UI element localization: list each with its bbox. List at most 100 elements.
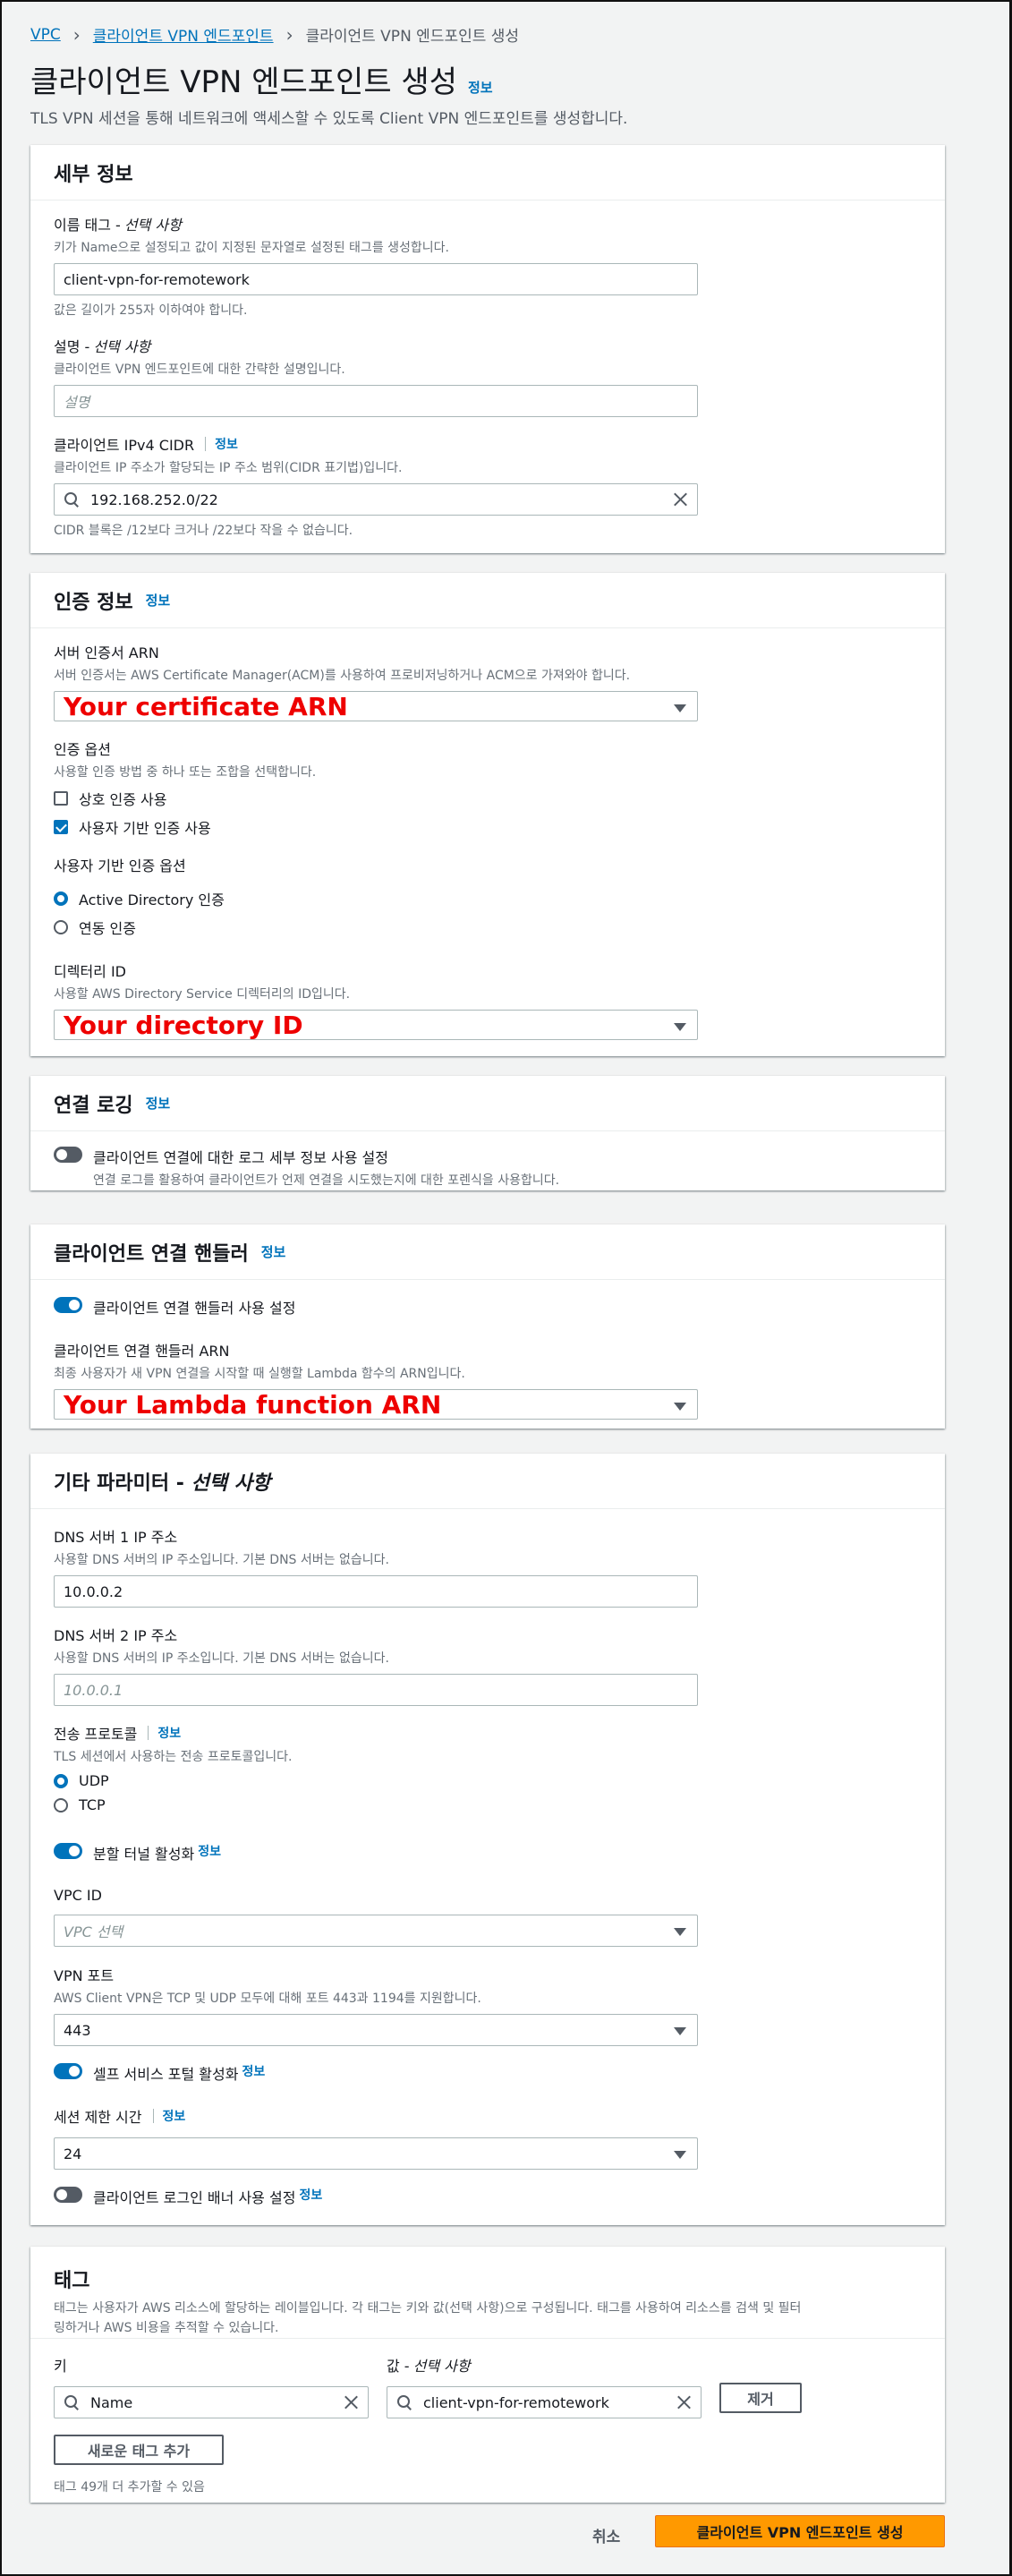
split-tunnel-row[interactable]: 분할 터널 활성화 정보 — [54, 1842, 698, 1864]
logging-header: 연결 로깅 정보 — [30, 1076, 945, 1131]
tags-panel: 태그 태그는 사용자가 AWS 리소스에 할당하는 레이블입니다. 각 태그는 … — [30, 2247, 945, 2503]
logging-toggle-row[interactable]: 클라이언트 연결에 대한 로그 세부 정보 사용 설정 연결 로그를 활용하여 … — [54, 1146, 859, 1189]
create-endpoint-button[interactable]: 클라이언트 VPN 엔드포인트 생성 — [655, 2515, 945, 2547]
vpc-id-label: VPC ID — [54, 1887, 102, 1904]
directory-desc: 사용할 AWS Directory Service 디렉터리의 ID입니다. — [54, 987, 351, 1002]
handler-info-link[interactable]: 정보 — [261, 1242, 286, 1261]
dns2-label: DNS 서버 2 IP 주소 — [54, 1627, 178, 1644]
mutual-auth-checkbox[interactable]: 상호 인증 사용 — [54, 788, 698, 809]
dns1-field: DNS 서버 1 IP 주소 사용할 DNS 서버의 IP 주소입니다. 기본 … — [54, 1525, 698, 1608]
logging-toggle-field: 클라이언트 연결에 대한 로그 세부 정보 사용 설정 연결 로그를 활용하여 … — [54, 1146, 859, 1189]
session-timeout-value: 24 — [64, 2145, 82, 2162]
handler-arn-select[interactable]: Your Lambda function ARN — [54, 1389, 698, 1420]
dns2-placeholder: 10.0.0.1 — [64, 1681, 123, 1699]
directory-select[interactable]: Your directory ID — [54, 1010, 698, 1040]
vpn-port-field: VPN 포트 AWS Client VPN은 TCP 및 UDP 모두에 대해 … — [54, 1964, 698, 2046]
cidr-label: 클라이언트 IPv4 CIDR 정보 — [54, 433, 698, 455]
dns2-input[interactable]: 10.0.0.1 — [54, 1674, 698, 1706]
tag-key-field: 키 Name — [54, 2354, 369, 2418]
user-auth-options-label: 사용자 기반 인증 옵션 — [54, 857, 186, 874]
handler-toggle[interactable] — [54, 1297, 82, 1313]
clear-icon[interactable] — [343, 2394, 359, 2410]
tag-key-value: Name — [90, 2393, 133, 2411]
dns2-desc: 사용할 DNS 서버의 IP 주소입니다. 기본 DNS 서버는 없습니다. — [54, 1651, 389, 1666]
dns1-input[interactable]: 10.0.0.2 — [54, 1575, 698, 1608]
auth-header: 인증 정보 정보 — [30, 573, 945, 628]
page-title-text: 클라이언트 VPN 엔드포인트 생성 — [30, 64, 457, 100]
logging-toggle[interactable] — [54, 1147, 82, 1163]
split-tunnel-field: 분할 터널 활성화 정보 — [54, 1842, 698, 1864]
add-tag-button[interactable]: 새로운 태그 추가 — [54, 2435, 224, 2465]
ad-auth-label: Active Directory 인증 — [79, 891, 225, 908]
logging-info-link[interactable]: 정보 — [146, 1094, 171, 1113]
vpc-id-select[interactable]: VPC 선택 — [54, 1915, 698, 1947]
remove-tag-button[interactable]: 제거 — [719, 2383, 802, 2413]
auth-panel: 인증 정보 정보 서버 인증서 ARN 서버 인증서는 AWS Certific… — [30, 573, 945, 1056]
other-panel: 기타 파라미터 - 선택 사항 DNS 서버 1 IP 주소 사용할 DNS 서… — [30, 1454, 945, 2225]
udp-radio[interactable]: UDP — [54, 1772, 698, 1789]
tag-value-optional: 선택 사항 — [412, 2358, 471, 2375]
details-header: 세부 정보 — [30, 145, 945, 200]
self-service-info-link[interactable]: 정보 — [242, 2062, 265, 2080]
description-optional: 선택 사항 — [93, 338, 151, 355]
session-timeout-label: 세션 제한 시간 정보 — [54, 2105, 698, 2127]
auth-options-field: 인증 옵션 사용할 인증 방법 중 하나 또는 조합을 선택합니다. 상호 인증… — [54, 738, 698, 838]
server-cert-select[interactable]: Your certificate ARN — [54, 691, 698, 721]
auth-info-link[interactable]: 정보 — [146, 591, 171, 610]
split-tunnel-toggle[interactable] — [54, 1843, 82, 1859]
tcp-radio[interactable]: TCP — [54, 1796, 698, 1813]
tag-value-field: 값 - 선택 사항 client-vpn-for-remotework — [387, 2354, 702, 2418]
page-info-link[interactable]: 정보 — [468, 78, 493, 97]
self-service-row[interactable]: 셀프 서비스 포털 활성화 정보 — [54, 2062, 698, 2084]
breadcrumb-vpc[interactable]: VPC — [30, 26, 61, 44]
auth-options-desc: 사용할 인증 방법 중 하나 또는 조합을 선택합니다. — [54, 765, 317, 780]
name-tag-label: 이름 태그 - 선택 사항 — [54, 213, 698, 235]
handler-toggle-row[interactable]: 클라이언트 연결 핸들러 사용 설정 — [54, 1296, 698, 1318]
transport-info-link[interactable]: 정보 — [157, 1724, 181, 1742]
cidr-input[interactable]: 192.168.252.0/22 — [54, 483, 698, 516]
banner-field: 클라이언트 로그인 배너 사용 설정 정보 — [54, 2186, 698, 2207]
chevron-right-icon: › — [72, 23, 81, 46]
self-service-toggle[interactable] — [54, 2063, 82, 2079]
banner-info-link[interactable]: 정보 — [299, 2186, 322, 2204]
session-timeout-label-text: 세션 제한 시간 — [54, 2109, 142, 2126]
tcp-label: TCP — [79, 1796, 106, 1813]
session-timeout-field: 세션 제한 시간 정보 24 — [54, 2105, 698, 2170]
banner-label: 클라이언트 로그인 배너 사용 설정 — [93, 2189, 296, 2206]
session-timeout-info-link[interactable]: 정보 — [163, 2107, 186, 2125]
cancel-button[interactable]: 취소 — [592, 2524, 620, 2546]
cidr-info-link[interactable]: 정보 — [215, 435, 238, 453]
auth-title: 인증 정보 — [54, 591, 133, 614]
page: VPC › 클라이언트 VPN 엔드포인트 › 클라이언트 VPN 엔드포인트 … — [0, 0, 1012, 2576]
server-cert-label: 서버 인증서 ARN — [54, 644, 159, 661]
description-input[interactable]: 설명 — [54, 385, 698, 417]
handler-arn-label: 클라이언트 연결 핸들러 ARN — [54, 1343, 230, 1360]
cidr-label-text: 클라이언트 IPv4 CIDR — [54, 437, 195, 454]
name-tag-input[interactable]: client-vpn-for-remotework — [54, 263, 698, 295]
vpn-port-select[interactable]: 443 — [54, 2014, 698, 2046]
label-divider — [148, 1726, 149, 1740]
tag-value-input[interactable]: client-vpn-for-remotework — [387, 2386, 702, 2418]
checkbox-icon — [54, 791, 68, 806]
handler-arn-field: 클라이언트 연결 핸들러 ARN 최종 사용자가 새 VPN 연결을 시작할 때… — [54, 1339, 698, 1420]
split-tunnel-label: 분할 터널 활성화 — [93, 1846, 195, 1863]
description-placeholder: 설명 — [64, 394, 90, 411]
clear-icon[interactable] — [676, 2394, 692, 2410]
chevron-right-icon: › — [285, 23, 293, 46]
ad-auth-radio[interactable]: Active Directory 인증 — [54, 888, 698, 909]
user-auth-checkbox[interactable]: 사용자 기반 인증 사용 — [54, 816, 698, 838]
federated-auth-radio[interactable]: 연동 인증 — [54, 917, 698, 938]
breadcrumb-endpoints[interactable]: 클라이언트 VPN 엔드포인트 — [93, 23, 274, 46]
other-title: 기타 파라미터 - 선택 사항 — [54, 1467, 270, 1496]
split-tunnel-info-link[interactable]: 정보 — [198, 1842, 221, 1860]
dns1-label: DNS 서버 1 IP 주소 — [54, 1529, 178, 1546]
name-tag-hint: 값은 길이가 255자 이하여야 합니다. — [54, 303, 248, 318]
clear-icon[interactable] — [672, 491, 688, 508]
banner-row[interactable]: 클라이언트 로그인 배너 사용 설정 정보 — [54, 2186, 698, 2207]
tag-key-input[interactable]: Name — [54, 2386, 369, 2418]
logging-toggle-label: 클라이언트 연결에 대한 로그 세부 정보 사용 설정 — [93, 1149, 389, 1166]
cidr-value: 192.168.252.0/22 — [90, 490, 218, 508]
banner-toggle[interactable] — [54, 2187, 82, 2203]
radio-selected-icon — [54, 891, 68, 906]
session-timeout-select[interactable]: 24 — [54, 2137, 698, 2170]
